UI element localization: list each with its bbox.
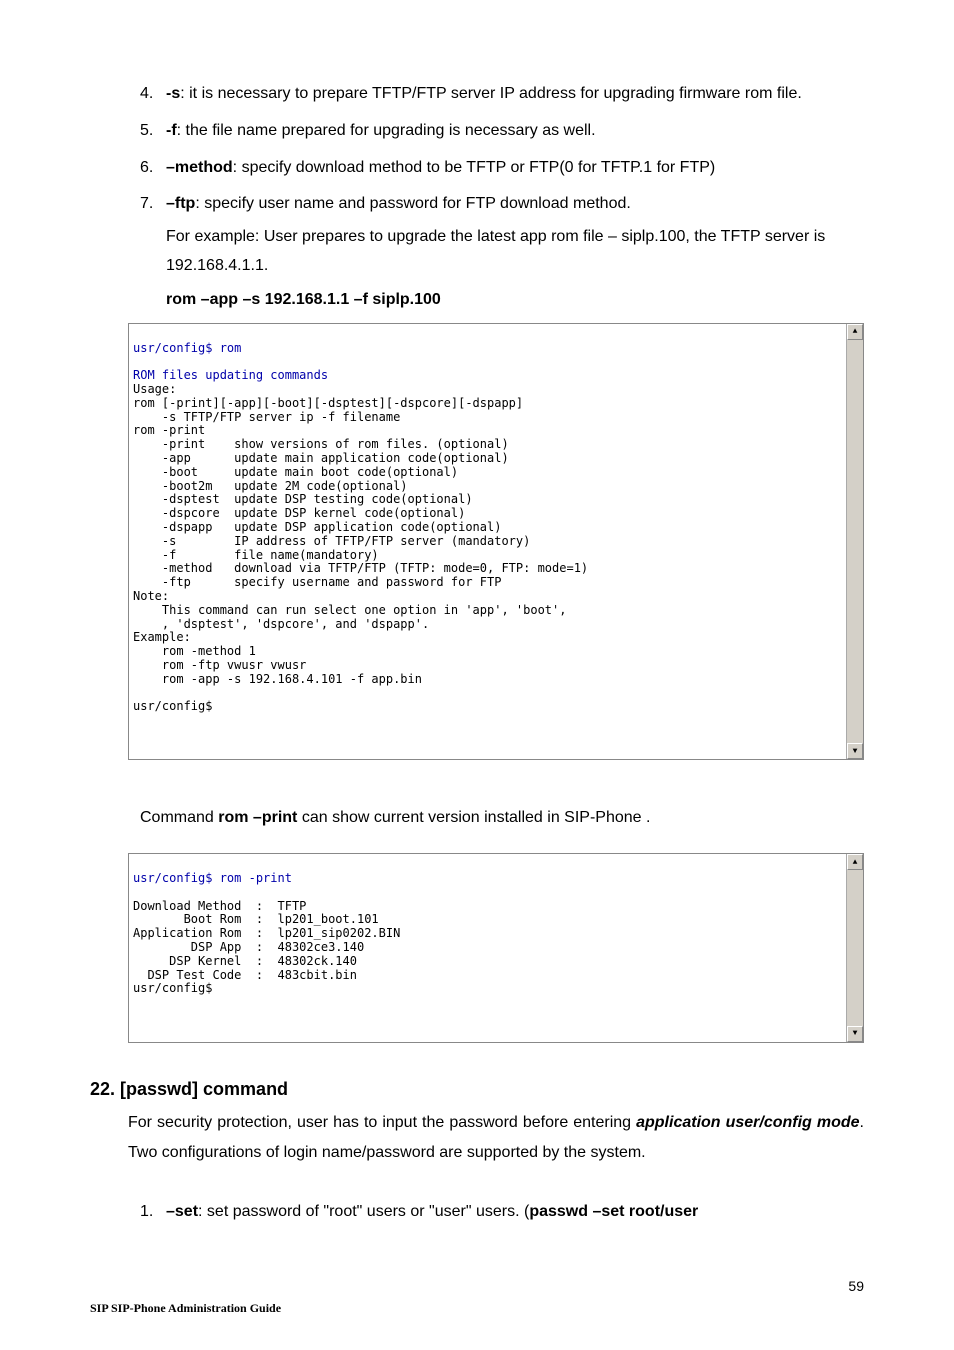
terminal-pre-2: usr/config$ rom -print Download Method :… <box>129 868 863 1000</box>
terminal-output-1: usr/config$ rom ROM files updating comma… <box>128 323 864 761</box>
scroll-up-icon[interactable]: ▲ <box>847 854 863 870</box>
scroll-up-icon[interactable]: ▲ <box>847 324 863 340</box>
term2-line-1: usr/config$ rom -print <box>133 871 292 885</box>
example-text: For example: User prepares to upgrade th… <box>166 223 864 281</box>
term2-body: Download Method : TFTP Boot Rom : lp201_… <box>133 899 400 996</box>
scroll-down-icon[interactable]: ▼ <box>847 1026 863 1042</box>
page-container: 4. -s: it is necessary to prepare TFTP/F… <box>0 0 954 1350</box>
rom-command-line: rom –app –s 192.168.1.1 –f siplp.100 <box>166 291 864 309</box>
item-rest: : specify download method to be TFTP or … <box>233 159 716 176</box>
section-heading: 22. [passwd] command <box>90 1079 864 1100</box>
body-paragraph: For security protection, user has to inp… <box>128 1108 864 1169</box>
list-item-7: 7. –ftp: specify user name and password … <box>140 190 864 280</box>
scrollbar-2[interactable]: ▲ ▼ <box>846 854 863 1041</box>
mid-pre: Command <box>140 809 218 826</box>
list-item-b1: 1. –set: set password of "root" users or… <box>140 1198 864 1227</box>
numbered-list-top: 4. -s: it is necessary to prepare TFTP/F… <box>140 80 864 281</box>
body-bold: application user/config mode <box>636 1114 859 1131</box>
numbered-list-bottom: 1. –set: set password of "root" users or… <box>140 1198 864 1227</box>
item-num: 5. <box>140 117 153 146</box>
page-number: 59 <box>848 1278 864 1294</box>
body-pre: For security protection, user has to inp… <box>128 1114 636 1131</box>
item-mid: : set password of "root" users or "user"… <box>198 1203 529 1220</box>
term-line-1: usr/config$ rom <box>133 341 241 355</box>
scroll-track[interactable] <box>847 340 863 744</box>
list-item-4: 4. -s: it is necessary to prepare TFTP/F… <box>140 80 864 109</box>
mid-paragraph: Command rom –print can show current vers… <box>140 804 864 833</box>
terminal-output-2: usr/config$ rom -print Download Method :… <box>128 853 864 1042</box>
flag: –set <box>166 1203 198 1220</box>
flag: –method <box>166 159 233 176</box>
list-item-6: 6. –method: specify download method to b… <box>140 154 864 183</box>
flag: -f <box>166 122 177 139</box>
footer-text: SIP SIP-Phone Administration Guide <box>90 1301 281 1316</box>
item-rest: : the file name prepared for upgrading i… <box>177 122 596 139</box>
item-text: -f: the file name prepared for upgrading… <box>166 117 864 146</box>
scroll-track[interactable] <box>847 870 863 1025</box>
mid-bold: rom –print <box>218 809 297 826</box>
item-text: -s: it is necessary to prepare TFTP/FTP … <box>166 80 864 109</box>
item-num: 4. <box>140 80 153 109</box>
flag: –ftp <box>166 195 195 212</box>
item-rest: : it is necessary to prepare TFTP/FTP se… <box>180 85 802 102</box>
item-num: 6. <box>140 154 153 183</box>
scrollbar-1[interactable]: ▲ ▼ <box>846 324 863 760</box>
scroll-down-icon[interactable]: ▼ <box>847 743 863 759</box>
item-text: –method: specify download method to be T… <box>166 154 864 183</box>
item-num: 7. <box>140 190 153 219</box>
item-rest: : specify user name and password for FTP… <box>195 195 630 212</box>
terminal-pre-1: usr/config$ rom ROM files updating comma… <box>129 338 863 719</box>
mid-post: can show current version installed in SI… <box>297 809 650 826</box>
item-text: –set: set password of "root" users or "u… <box>166 1203 698 1220</box>
item-bold2: passwd –set root/user <box>529 1203 698 1220</box>
list-item-5: 5. -f: the file name prepared for upgrad… <box>140 117 864 146</box>
item-text: –ftp: specify user name and password for… <box>166 190 864 280</box>
term-body-1: Usage: rom [-print][-app][-boot][-dsptes… <box>133 382 588 713</box>
term-line-2: ROM files updating commands <box>133 368 328 382</box>
flag: -s <box>166 85 180 102</box>
item-num: 1. <box>140 1198 153 1227</box>
